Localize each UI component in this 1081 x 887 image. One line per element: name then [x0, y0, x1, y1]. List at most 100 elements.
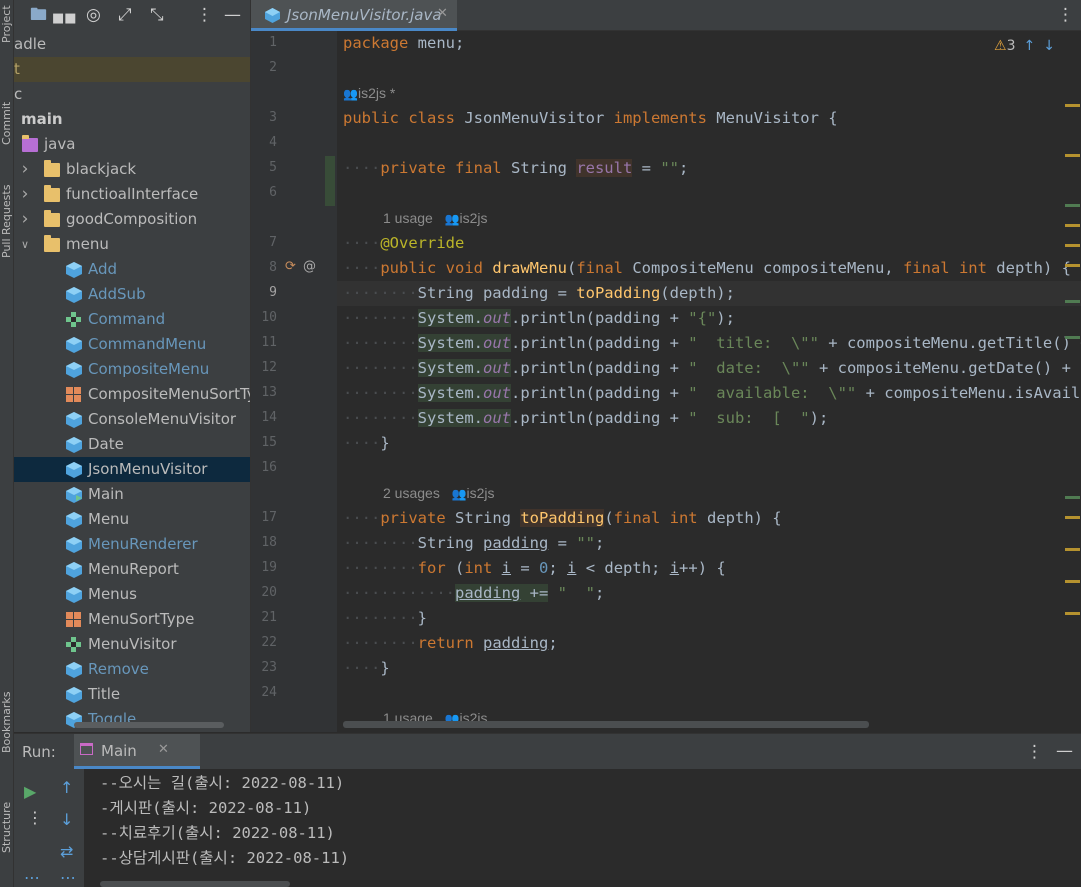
tree-row-main[interactable]: Main [14, 482, 250, 507]
line-number: 4 [269, 135, 277, 150]
error-stripe-mark[interactable] [1065, 154, 1080, 157]
error-stripe-mark[interactable] [1065, 224, 1080, 227]
tree-row-toggle[interactable]: Toggle [14, 707, 250, 732]
arrow-down-icon[interactable]: ↓ [1043, 38, 1055, 54]
usage-hint[interactable]: 1 usage 👥is2js [383, 706, 488, 732]
usage-hint[interactable]: 2 usages 👥is2js [383, 481, 495, 507]
code-line: ········String padding = toPadding(depth… [343, 284, 735, 302]
tree-row-menusorttype[interactable]: MenuSortType [14, 607, 250, 632]
error-stripe-mark[interactable] [1065, 580, 1080, 583]
more-icon[interactable]: ⋮ [196, 5, 213, 25]
tree-row-add[interactable]: Add [14, 257, 250, 282]
implements-gutter-icon[interactable]: ⟳ [285, 259, 296, 274]
chevron-right-icon[interactable]: › [19, 157, 31, 182]
folder-icon[interactable]: 🖿 [30, 5, 47, 25]
tree-row-gradle[interactable]: adle [14, 32, 250, 57]
more-icon[interactable]: ⋮ [1026, 742, 1043, 762]
tree-row-blackjack[interactable]: › blackjack [14, 157, 250, 182]
chevron-right-icon[interactable]: › [19, 182, 31, 207]
run-tab-main[interactable]: Main ✕ [74, 734, 200, 769]
tab-label: JsonMenuVisitor.java [287, 6, 442, 24]
override-gutter-icon[interactable]: @ [303, 259, 316, 274]
tree-row-menus[interactable]: Menus [14, 582, 250, 607]
arrow-down-icon[interactable]: ↓ [60, 811, 73, 829]
error-stripe-mark[interactable] [1065, 104, 1080, 107]
chevron-right-icon[interactable]: › [19, 207, 31, 232]
code-line: ····} [343, 434, 390, 452]
more-icon[interactable]: ⋮ [1057, 5, 1074, 25]
error-stripe-mark[interactable] [1065, 496, 1080, 499]
minimize-icon[interactable]: — [224, 5, 241, 25]
error-stripe-mark[interactable] [1065, 336, 1080, 339]
arrow-up-icon[interactable]: ↑ [60, 779, 73, 797]
project-horizontal-scrollbar[interactable] [74, 722, 224, 728]
project-tool-tab[interactable]: Project [0, 0, 14, 48]
rerun-icon[interactable]: ▶ [24, 783, 36, 801]
target-icon[interactable]: ◎ [86, 5, 101, 25]
class-icon [66, 412, 82, 428]
tree-row-consolemenuvisitor[interactable]: ConsoleMenuVisitor [14, 407, 250, 432]
line-number: 24 [261, 685, 277, 700]
tree-row-menuvisitor[interactable]: MenuVisitor [14, 632, 250, 657]
tree-row-src[interactable]: c [14, 82, 250, 107]
error-stripe-mark[interactable] [1065, 516, 1080, 519]
inspection-widget[interactable]: ⚠3 ↑ ↓ [994, 38, 1055, 54]
error-stripe-mark[interactable] [1065, 548, 1080, 551]
class-icon [66, 512, 82, 528]
tree-label: Command [88, 310, 166, 328]
tree-row-menurenderer[interactable]: MenuRenderer [14, 532, 250, 557]
tree-row-java[interactable]: java [14, 132, 250, 157]
editor-horizontal-scrollbar[interactable] [343, 721, 869, 728]
tree-row-title[interactable]: Title [14, 682, 250, 707]
tree-row-menu[interactable]: Menu [14, 507, 250, 532]
tree-row-highlighted[interactable]: t [14, 57, 250, 82]
tab-jsonmenuvisitor[interactable]: JsonMenuVisitor.java ✕ [251, 0, 457, 31]
tree-row-compositemenu[interactable]: CompositeMenu [14, 357, 250, 382]
bookmarks-tool-tab[interactable]: Bookmarks [0, 688, 14, 756]
more-icon[interactable]: ⋯ [60, 869, 76, 887]
author-hint[interactable]: 👥is2js * [343, 81, 395, 107]
chevron-down-icon[interactable]: ∨ [19, 232, 31, 257]
error-stripe-mark[interactable] [1065, 264, 1080, 267]
tree-row-main[interactable]: main [14, 107, 250, 132]
tree-row-functioalinterface[interactable]: › functioalInterface [14, 182, 250, 207]
usage-hint[interactable]: 1 usage 👥is2js [383, 206, 488, 232]
tree-row-goodcomposition[interactable]: › goodComposition [14, 207, 250, 232]
tree-row-remove[interactable]: Remove [14, 657, 250, 682]
more-icon[interactable]: ⋯ [24, 869, 40, 887]
tree-row-compositemenusorttype[interactable]: CompositeMenuSortType [14, 382, 250, 407]
tree-row-addsub[interactable]: AddSub [14, 282, 250, 307]
tree-row-date[interactable]: Date [14, 432, 250, 457]
line-number: 2 [269, 60, 277, 75]
code-line: ····private String toPadding(final int d… [343, 509, 782, 527]
package-icon [44, 185, 60, 202]
code-line: ········for (int i = 0; i < depth; i++) … [343, 559, 726, 577]
pull-requests-tool-tab[interactable]: Pull Requests [0, 182, 14, 260]
collapse-icon[interactable]: ⤡ [150, 5, 164, 25]
error-stripe-mark[interactable] [1065, 612, 1080, 615]
editor-tab-bar: JsonMenuVisitor.java ✕ ⋮ [251, 0, 1081, 31]
arrow-up-icon[interactable]: ↑ [1023, 38, 1035, 54]
console-horizontal-scrollbar[interactable] [100, 881, 290, 887]
more-icon[interactable]: ⋮ [27, 809, 43, 827]
vcs-change-marker[interactable] [325, 156, 335, 206]
close-icon[interactable]: ✕ [437, 6, 448, 21]
tree-row-menu[interactable]: ∨ menu [14, 232, 250, 257]
structure-tool-tab[interactable]: Structure [0, 796, 14, 858]
minimize-icon[interactable]: — [1056, 741, 1073, 761]
soft-wrap-icon[interactable]: ⇄ [60, 843, 73, 861]
error-stripe-mark[interactable] [1065, 204, 1080, 207]
tree-row-commandmenu[interactable]: CommandMenu [14, 332, 250, 357]
close-icon[interactable]: ✕ [158, 742, 169, 757]
error-stripe-mark[interactable] [1065, 244, 1080, 247]
tree-row-command[interactable]: Command [14, 307, 250, 332]
tree-row-menureport[interactable]: MenuReport [14, 557, 250, 582]
dropdown-icon[interactable]: ■■ [52, 9, 77, 29]
tree-label: AddSub [88, 285, 146, 303]
error-stripe-mark[interactable] [1065, 300, 1080, 303]
expand-icon[interactable]: ⤢ [118, 5, 132, 25]
line-number: 7 [269, 235, 277, 250]
tree-row-jsonmenuvisitor[interactable]: JsonMenuVisitor [14, 457, 250, 482]
commit-tool-tab[interactable]: Commit [0, 92, 14, 154]
line-number: 15 [261, 435, 277, 450]
